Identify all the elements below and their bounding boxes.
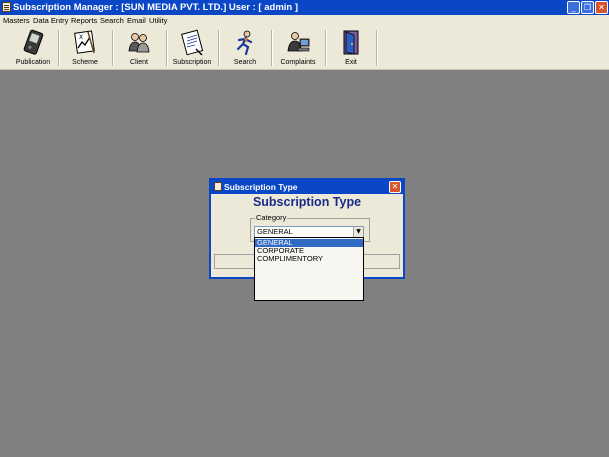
dialog-app-icon: [214, 182, 222, 191]
toolbar-separator: [325, 30, 327, 66]
notepad-icon: [181, 29, 204, 56]
menu-search[interactable]: Search: [100, 15, 124, 27]
dialog-close-button[interactable]: ✕: [389, 181, 401, 193]
menu-masters[interactable]: Masters: [3, 15, 30, 27]
maximize-button[interactable]: ❐: [581, 1, 594, 14]
dialog-titlebar[interactable]: Subscription Type ✕: [211, 180, 403, 194]
exit-button[interactable]: Exit: [329, 27, 373, 69]
category-combo-value: GENERAL: [257, 227, 293, 236]
operator-icon: [287, 32, 310, 52]
window-titlebar[interactable]: Subscription Manager : [SUN MEDIA PVT. L…: [0, 0, 609, 15]
subscription-label: Subscription: [172, 59, 212, 66]
door-icon: [343, 30, 359, 55]
menu-data-entry[interactable]: Data Entry: [33, 15, 68, 27]
close-icon: ✕: [391, 182, 399, 191]
close-button[interactable]: ✕: [595, 1, 608, 14]
menubar: Masters Data Entry Reports Search Email …: [0, 15, 609, 27]
close-icon: ✕: [598, 3, 605, 12]
menu-reports[interactable]: Reports: [71, 15, 97, 27]
dropdown-arrow-icon[interactable]: ▼: [353, 227, 363, 237]
toolbar-separator: [218, 30, 220, 66]
publication-label: Publication: [15, 59, 51, 66]
dialog-title: Subscription Type: [224, 182, 298, 192]
runner-icon: [236, 30, 253, 56]
people-icon: [128, 33, 150, 53]
device-icon: [23, 29, 44, 55]
dialog-heading: Subscription Type: [252, 195, 362, 209]
chart-icon: X: [74, 30, 95, 54]
toolbar-separator: [166, 30, 168, 66]
toolbar-separator: [112, 30, 114, 66]
client-label: Client: [130, 59, 148, 66]
restore-icon: ❐: [583, 3, 592, 12]
dropdown-option-complimentory[interactable]: COMPLIMENTORY: [255, 255, 363, 263]
toolbar: Publication X Scheme Client Subscription: [0, 27, 609, 70]
app-icon: [2, 2, 11, 12]
minimize-icon: _: [571, 3, 576, 12]
menu-email[interactable]: Email: [127, 15, 146, 27]
complaints-label: Complaints: [280, 59, 316, 66]
client-button[interactable]: Client: [116, 27, 162, 69]
toolbar-separator: [271, 30, 273, 66]
toolbar-separator: [376, 30, 378, 66]
window-title: Subscription Manager : [SUN MEDIA PVT. L…: [13, 2, 299, 13]
scheme-button[interactable]: X Scheme: [62, 27, 108, 69]
search-button[interactable]: Search: [222, 27, 268, 69]
menu-utility[interactable]: Utility: [149, 15, 167, 27]
svg-text:X: X: [79, 34, 83, 41]
search-label: Search: [233, 59, 257, 66]
complaints-button[interactable]: Complaints: [275, 27, 321, 69]
publication-button[interactable]: Publication: [10, 27, 56, 69]
category-dropdown-list: GENERAL CORPORATE COMPLIMENTORY: [254, 237, 364, 301]
minimize-button[interactable]: _: [567, 1, 580, 14]
scheme-label: Scheme: [72, 59, 98, 66]
toolbar-separator: [58, 30, 60, 66]
exit-label: Exit: [345, 59, 357, 66]
category-label: Category: [255, 213, 288, 223]
subscription-button[interactable]: Subscription: [170, 27, 214, 69]
